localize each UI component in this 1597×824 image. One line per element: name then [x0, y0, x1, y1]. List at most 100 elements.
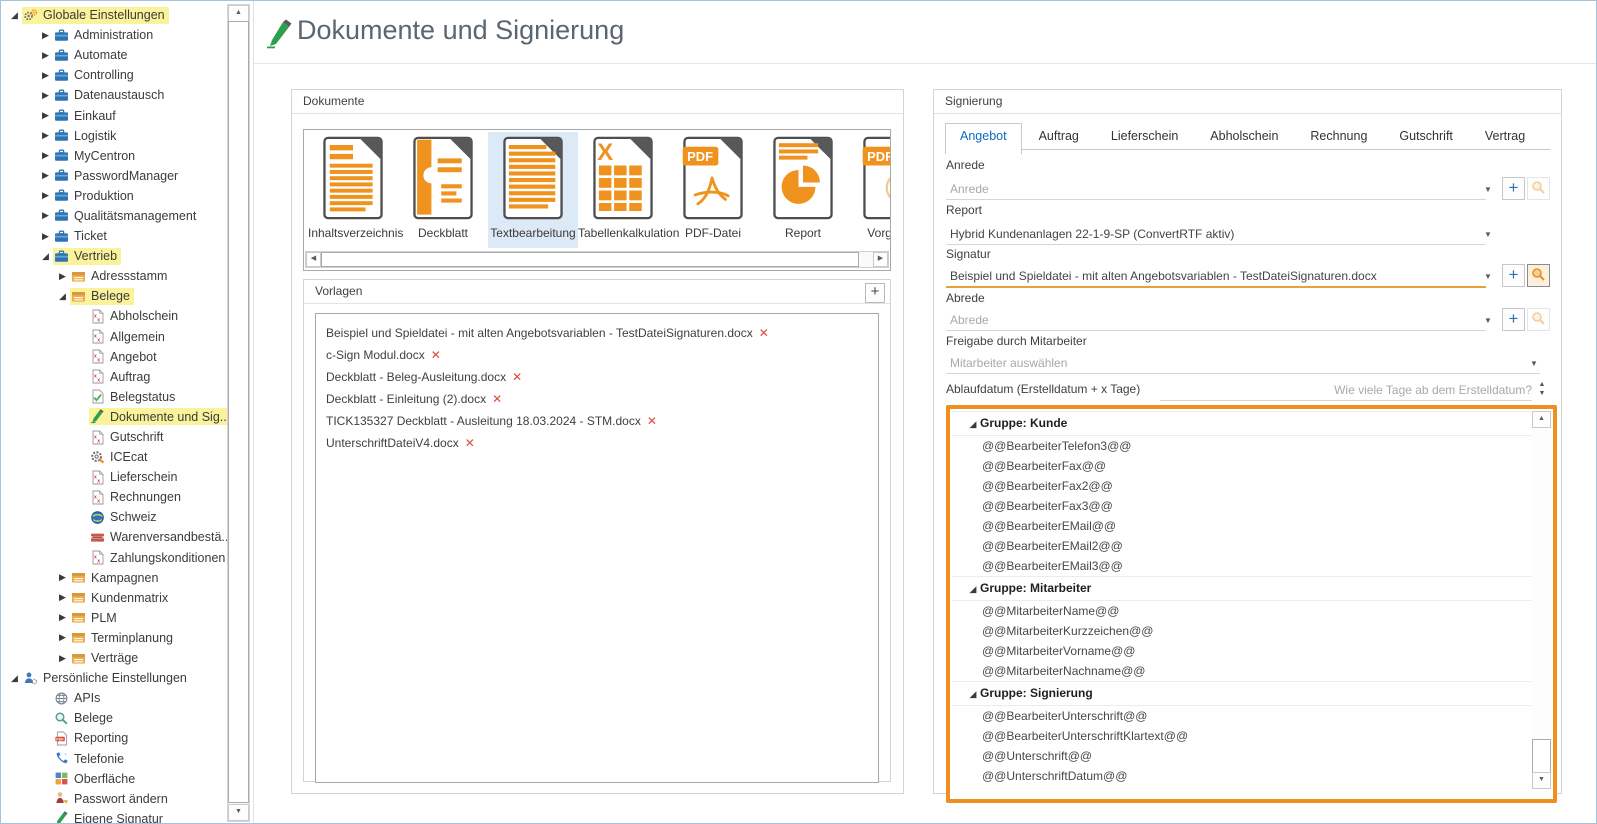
abrede-search-button[interactable] [1527, 308, 1550, 331]
tree-item-automate[interactable]: ▶Automate [1, 45, 229, 65]
expander-collapsed-icon[interactable]: ▶ [38, 70, 53, 81]
variable-item[interactable]: @@BearbeiterUnterschrift@@ [952, 706, 1531, 726]
delete-file-icon[interactable]: ✕ [647, 414, 657, 428]
variable-group-header[interactable]: ◢Gruppe: Mitarbeiter [952, 576, 1531, 601]
abrede-combobox[interactable] [946, 309, 1486, 331]
expander-collapsed-icon[interactable]: ▶ [55, 612, 70, 623]
expander-collapsed-icon[interactable]: ▶ [55, 271, 70, 282]
expander-collapsed-icon[interactable]: ▶ [38, 90, 53, 101]
document-type-tile-vorg-nge[interactable]: PDFVorgänge [848, 132, 891, 248]
tab-vertrag[interactable]: Vertrag [1470, 123, 1540, 150]
tab-lieferschein[interactable]: Lieferschein [1096, 123, 1193, 150]
variable-item[interactable]: @@BearbeiterTelefon3@@ [952, 436, 1531, 456]
template-file-row[interactable]: Beispiel und Spieldatei - mit alten Ange… [316, 322, 878, 344]
tree-scroll-down-icon[interactable]: ▼ [228, 804, 249, 821]
document-strip-scrollbar[interactable]: ◀ ▶ [305, 251, 889, 268]
tab-rechnung[interactable]: Rechnung [1295, 123, 1382, 150]
delete-file-icon[interactable]: ✕ [759, 326, 769, 340]
tree-item-lieferschein[interactable]: ▶xxLieferschein [1, 467, 229, 487]
add-template-button[interactable]: + [865, 283, 885, 303]
variable-item[interactable]: @@MitarbeiterName@@ [952, 601, 1531, 621]
expander-collapsed-icon[interactable]: ▶ [38, 190, 53, 201]
expander-collapsed-icon[interactable]: ▶ [38, 210, 53, 221]
tree-item-controlling[interactable]: ▶Controlling [1, 65, 229, 85]
tree-item-rechnungen[interactable]: ▶xxRechnungen [1, 487, 229, 507]
tree-item-qualit-tsmanagement[interactable]: ▶Qualitätsmanagement [1, 206, 229, 226]
ablaufdatum-input[interactable] [1160, 379, 1532, 401]
variable-group-header[interactable]: ◢Gruppe: Kunde [952, 411, 1531, 436]
expander-collapsed-icon[interactable]: ▶ [38, 130, 53, 141]
anrede-dropdown-icon[interactable]: ▼ [1484, 185, 1492, 194]
expander-expanded-icon[interactable]: ◢ [966, 578, 980, 601]
variable-item[interactable]: @@BearbeiterEMail3@@ [952, 556, 1531, 576]
tree-item-datenaustausch[interactable]: ▶Datenaustausch [1, 85, 229, 105]
expander-collapsed-icon[interactable]: ▶ [38, 150, 53, 161]
template-file-row[interactable]: Deckblatt - Beleg-Ausleitung.docx✕ [316, 366, 878, 388]
tree-item-logistik[interactable]: ▶Logistik [1, 126, 229, 146]
tree-item-belege[interactable]: ▶Belege [1, 708, 229, 728]
expander-collapsed-icon[interactable]: ▶ [38, 231, 53, 242]
tab-abholschein[interactable]: Abholschein [1195, 123, 1293, 150]
tree-item-schweiz[interactable]: ▶Schweiz [1, 507, 229, 527]
variable-item[interactable]: @@BearbeiterEMail2@@ [952, 536, 1531, 556]
tree-item-zahlungskonditionen[interactable]: ▶xxZahlungskonditionen [1, 548, 229, 568]
expander-expanded-icon[interactable]: ◢ [966, 413, 980, 436]
tree-item-dokumente-und-sig[interactable]: ▶Dokumente und Sig... [1, 407, 229, 427]
document-type-tile-inhaltsverzeichnis[interactable]: Inhaltsverzeichnis [308, 132, 398, 248]
freigabe-combobox[interactable] [946, 352, 1540, 374]
template-file-row[interactable]: TICK135327 Deckblatt - Ausleitung 18.03.… [316, 410, 878, 432]
expander-collapsed-icon[interactable]: ▶ [55, 653, 70, 664]
signatur-add-button[interactable]: + [1502, 264, 1525, 287]
variable-item[interactable]: @@BearbeiterUnterschriftKlartext@@ [952, 726, 1531, 746]
tab-angebot[interactable]: Angebot [945, 123, 1022, 154]
template-file-row[interactable]: Deckblatt - Einleitung (2).docx✕ [316, 388, 878, 410]
tab-auftrag[interactable]: Auftrag [1024, 123, 1094, 150]
tree-item-kampagnen[interactable]: ▶Kampagnen [1, 568, 229, 588]
delete-file-icon[interactable]: ✕ [512, 370, 522, 384]
expander-collapsed-icon[interactable]: ▶ [55, 592, 70, 603]
delete-file-icon[interactable]: ✕ [465, 436, 475, 450]
expander-collapsed-icon[interactable]: ▶ [38, 110, 53, 121]
expander-collapsed-icon[interactable]: ▶ [55, 632, 70, 643]
freigabe-dropdown-icon[interactable]: ▼ [1530, 359, 1538, 368]
tree-item-eigene-signatur[interactable]: ▶Eigene Signatur [1, 809, 229, 823]
signatur-search-button[interactable] [1527, 264, 1550, 287]
strip-scroll-right-icon[interactable]: ▶ [873, 252, 888, 267]
tree-item-vertrieb[interactable]: ◢Vertrieb [1, 246, 229, 266]
document-type-tile-deckblatt[interactable]: Deckblatt [398, 132, 488, 248]
strip-scrollbar-thumb[interactable] [321, 252, 859, 267]
signatur-combobox[interactable] [946, 265, 1486, 288]
tree-item-terminplanung[interactable]: ▶Terminplanung [1, 628, 229, 648]
anrede-combobox[interactable] [946, 178, 1486, 200]
template-file-row[interactable]: UnterschriftDateiV4.docx✕ [316, 432, 878, 454]
signatur-dropdown-icon[interactable]: ▼ [1484, 272, 1492, 281]
anrede-search-button[interactable] [1527, 177, 1550, 200]
template-file-row[interactable]: c-Sign Modul.docx✕ [316, 344, 878, 366]
tree-item-warenversandbest[interactable]: ▶Warenversandbestä... [1, 527, 229, 547]
variable-item[interactable]: @@BearbeiterEMail@@ [952, 516, 1531, 536]
variables-scroll-down-icon[interactable]: ▼ [1532, 772, 1551, 789]
expander-expanded-icon[interactable]: ◢ [38, 251, 53, 262]
expander-expanded-icon[interactable]: ◢ [7, 10, 22, 21]
tree-item-administration[interactable]: ▶Administration [1, 25, 229, 45]
tree-item-oberfl-che[interactable]: ▶Oberfläche [1, 769, 229, 789]
variable-item[interactable]: @@UnterschriftDatum@@ [952, 766, 1531, 786]
tree-item-produktion[interactable]: ▶Produktion [1, 186, 229, 206]
variables-scrollbar[interactable]: ▲ ▼ [1532, 411, 1551, 789]
strip-scroll-left-icon[interactable]: ◀ [306, 252, 321, 267]
delete-file-icon[interactable]: ✕ [431, 348, 441, 362]
expander-expanded-icon[interactable]: ◢ [966, 683, 980, 706]
tree-item-icecat[interactable]: ▶ICEcat [1, 447, 229, 467]
expander-collapsed-icon[interactable]: ▶ [55, 572, 70, 583]
variable-item[interactable]: @@BearbeiterFax2@@ [952, 476, 1531, 496]
tree-item-angebot[interactable]: ▶xxAngebot [1, 347, 229, 367]
variable-item[interactable]: @@BearbeiterFax@@ [952, 456, 1531, 476]
variable-item[interactable]: @@MitarbeiterNachname@@ [952, 661, 1531, 681]
tree-scrollbar[interactable]: ▲ ▼ [227, 4, 250, 822]
tree-item-plm[interactable]: ▶PLM [1, 608, 229, 628]
abrede-dropdown-icon[interactable]: ▼ [1484, 316, 1492, 325]
tree-item-allgemein[interactable]: ▶xxAllgemein [1, 327, 229, 347]
tree-item-passwort-ndern[interactable]: ▶Passwort ändern [1, 789, 229, 809]
expander-expanded-icon[interactable]: ◢ [55, 291, 70, 302]
tree-item-ticket[interactable]: ▶Ticket [1, 226, 229, 246]
